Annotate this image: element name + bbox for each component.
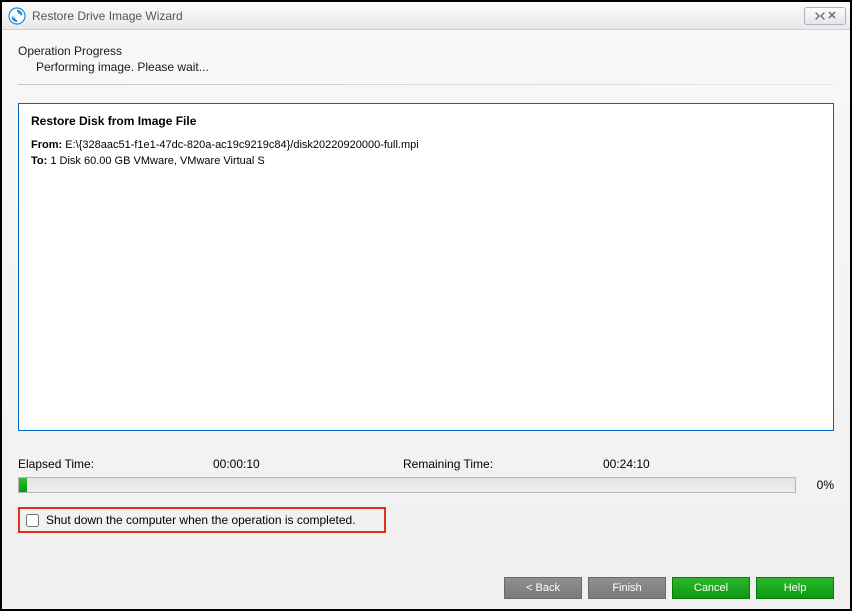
- cancel-button[interactable]: Cancel: [672, 577, 750, 599]
- close-icon: ✕: [827, 9, 836, 22]
- close-button[interactable]: ✕: [804, 7, 846, 25]
- shutdown-option: Shut down the computer when the operatio…: [18, 507, 386, 533]
- page-subheading: Performing image. Please wait...: [36, 60, 834, 74]
- page-heading: Operation Progress: [18, 44, 834, 58]
- from-value: E:\{328aac51-f1e1-47dc-820a-ac19c9219c84…: [65, 139, 418, 151]
- button-row: < Back Finish Cancel Help: [18, 549, 834, 599]
- to-line: To: 1 Disk 60.00 GB VMware, VMware Virtu…: [31, 154, 821, 170]
- remaining-label: Remaining Time:: [403, 457, 603, 471]
- progress-fill: [19, 478, 27, 492]
- panel-title: Restore Disk from Image File: [31, 114, 821, 128]
- progress-row: 0%: [18, 477, 834, 493]
- elapsed-value: 00:00:10: [213, 457, 403, 471]
- remaining-value: 00:24:10: [603, 457, 834, 471]
- operation-panel: Restore Disk from Image File From: E:\{3…: [18, 103, 834, 431]
- app-icon: [8, 7, 26, 25]
- times-row: Elapsed Time: 00:00:10 Remaining Time: 0…: [18, 457, 834, 471]
- content-area: Operation Progress Performing image. Ple…: [2, 30, 850, 609]
- from-line: From: E:\{328aac51-f1e1-47dc-820a-ac19c9…: [31, 138, 821, 154]
- finish-button[interactable]: Finish: [588, 577, 666, 599]
- to-label: To:: [31, 155, 47, 167]
- elapsed-label: Elapsed Time:: [18, 457, 213, 471]
- progress-percent: 0%: [806, 478, 834, 492]
- progress-bar: [18, 477, 796, 493]
- shutdown-checkbox[interactable]: [26, 514, 39, 527]
- window-title: Restore Drive Image Wizard: [32, 9, 804, 23]
- titlebar: Restore Drive Image Wizard ✕: [2, 2, 850, 30]
- to-value: 1 Disk 60.00 GB VMware, VMware Virtual S: [50, 155, 264, 167]
- back-button[interactable]: < Back: [504, 577, 582, 599]
- wizard-window: Restore Drive Image Wizard ✕ Operation P…: [0, 0, 852, 611]
- shutdown-label[interactable]: Shut down the computer when the operatio…: [46, 513, 356, 527]
- divider: [18, 84, 834, 85]
- help-button[interactable]: Help: [756, 577, 834, 599]
- from-label: From:: [31, 139, 62, 151]
